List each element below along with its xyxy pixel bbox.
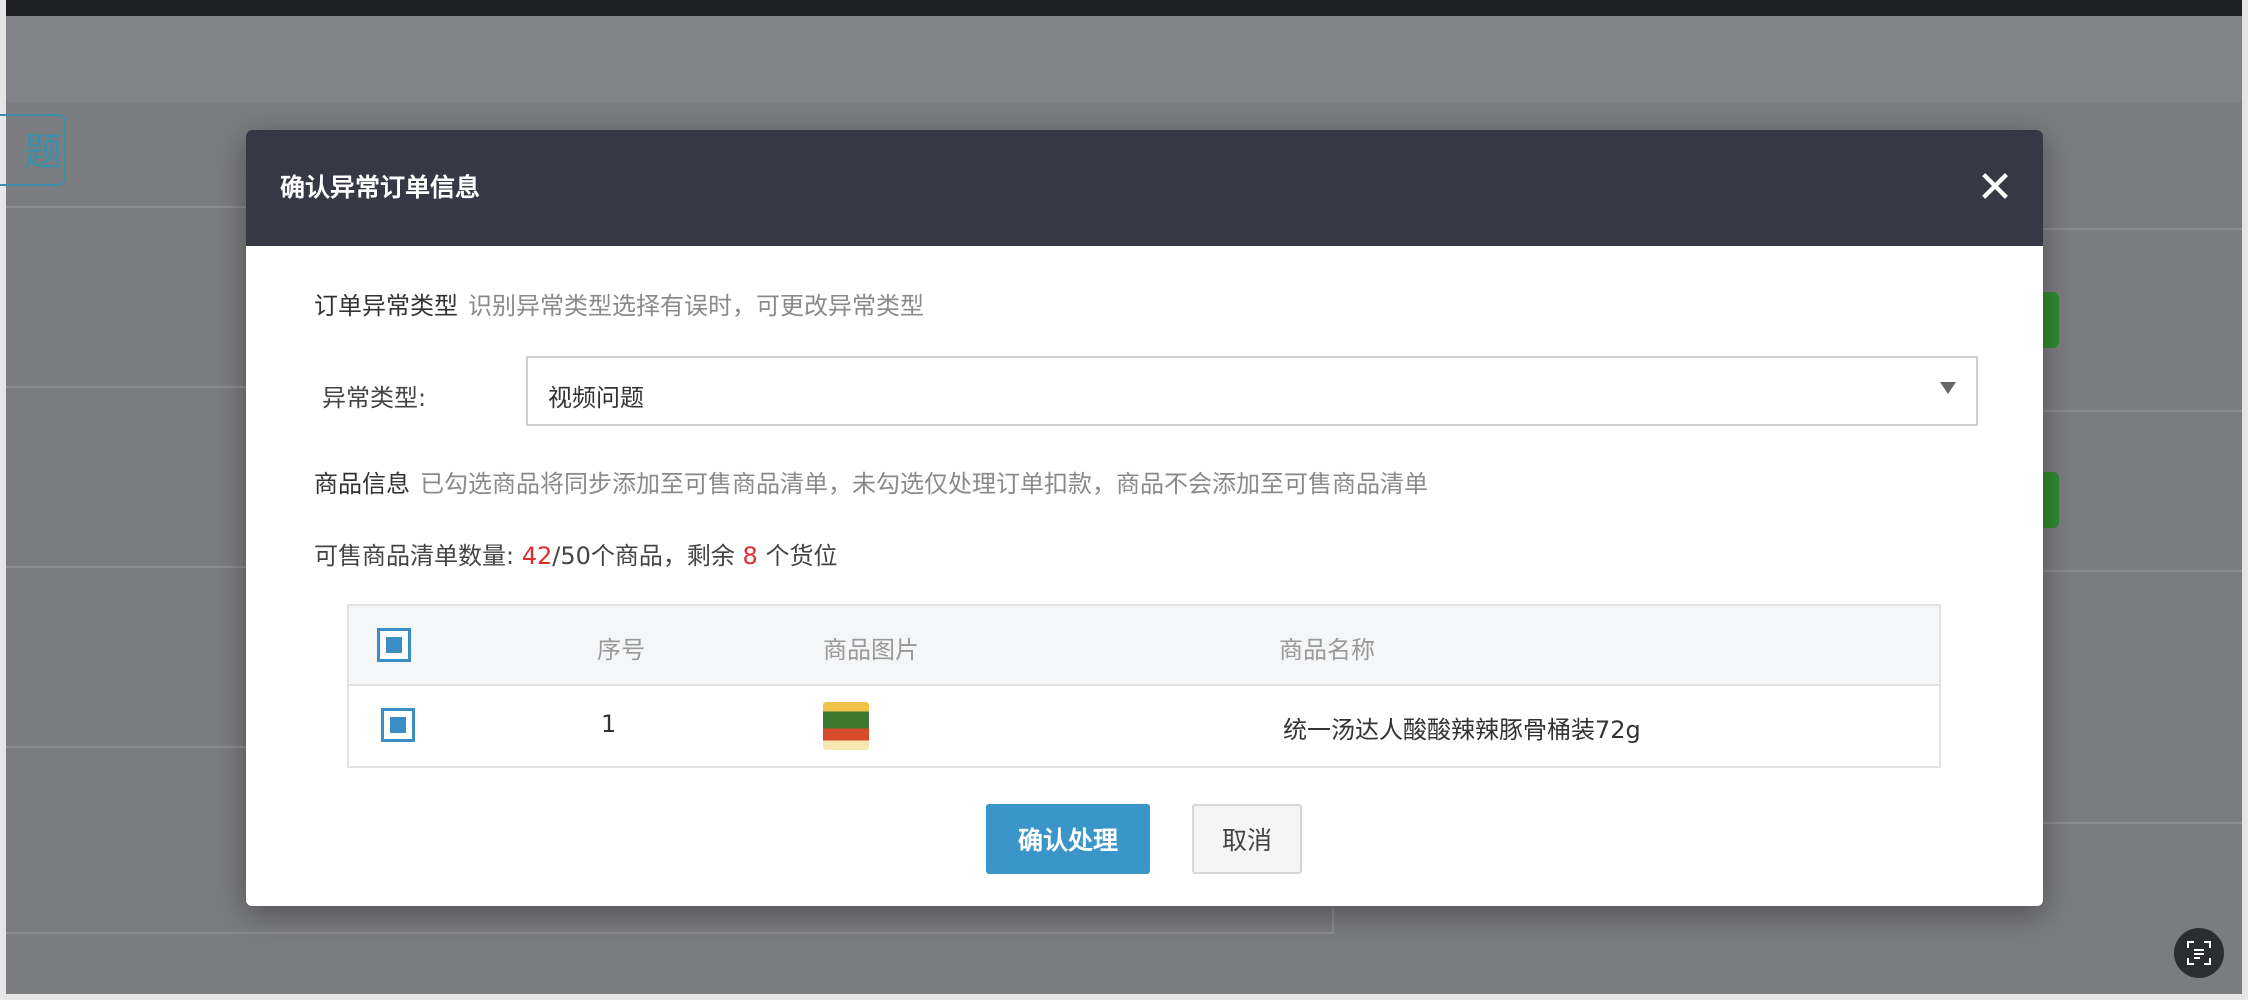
sellable-count-line: 可售商品清单数量: 42/50个商品，剩余 8 个货位 bbox=[314, 536, 837, 571]
count-remaining: 8 bbox=[742, 542, 758, 570]
confirm-button[interactable]: 确认处理 bbox=[986, 804, 1150, 874]
product-thumbnail bbox=[823, 702, 869, 750]
close-icon[interactable]: ✕ bbox=[1975, 166, 2015, 210]
right-edge bbox=[2242, 0, 2248, 1000]
background-tag-button: 题 bbox=[0, 114, 66, 186]
product-info-section: 商品信息 已勾选商品将同步添加至可售商品清单，未勾选仅处理订单扣款，商品不会添加至… bbox=[314, 464, 1428, 499]
table-header: 序号 商品图片 商品名称 bbox=[349, 606, 1939, 686]
header-name: 商品名称 bbox=[1279, 636, 1375, 664]
confirm-abnormal-order-dialog: 确认异常订单信息 ✕ 订单异常类型 识别异常类型选择有误时，可更改异常类型 异常类… bbox=[246, 130, 2043, 906]
dialog-header: 确认异常订单信息 ✕ bbox=[246, 130, 2043, 246]
header-image: 商品图片 bbox=[823, 636, 919, 664]
count-total: /50个商品，剩余 bbox=[552, 542, 735, 570]
divider bbox=[6, 206, 246, 208]
divider bbox=[2043, 228, 2242, 230]
table-row: 1 统一汤达人酸酸辣辣豚骨桶装72g bbox=[349, 686, 1939, 768]
dialog-title: 确认异常订单信息 bbox=[280, 173, 481, 202]
order-type-hint: 识别异常类型选择有误时，可更改异常类型 bbox=[468, 292, 924, 320]
chevron-down-icon bbox=[1940, 382, 1956, 394]
header-index: 序号 bbox=[597, 636, 645, 664]
divider bbox=[2043, 410, 2242, 412]
select-all-checkbox[interactable] bbox=[377, 628, 411, 662]
abnormal-type-value: 视频问题 bbox=[548, 384, 644, 412]
divider bbox=[6, 386, 246, 388]
count-current: 42 bbox=[521, 542, 553, 570]
divider bbox=[6, 566, 246, 568]
bottom-edge bbox=[0, 994, 2248, 1000]
count-prefix: 可售商品清单数量: bbox=[314, 542, 515, 570]
page-header-band bbox=[6, 16, 2242, 102]
product-info-hint: 已勾选商品将同步添加至可售商品清单，未勾选仅处理订单扣款，商品不会添加至可售商品… bbox=[420, 470, 1428, 498]
product-info-label: 商品信息 bbox=[314, 470, 410, 498]
abnormal-type-select[interactable]: 视频问题 bbox=[526, 356, 1978, 426]
background-green-button bbox=[2043, 472, 2059, 528]
row-checkbox[interactable] bbox=[381, 708, 415, 742]
product-table: 序号 商品图片 商品名称 1 统一汤达人酸酸辣辣豚骨桶装72g bbox=[347, 604, 1941, 768]
order-type-label: 订单异常类型 bbox=[314, 292, 458, 320]
row-product-name: 统一汤达人酸酸辣辣豚骨桶装72g bbox=[1283, 716, 1641, 744]
row-index: 1 bbox=[601, 710, 617, 738]
abnormal-type-label: 异常类型: bbox=[322, 384, 427, 412]
background-green-button bbox=[2043, 292, 2059, 348]
scan-text-icon[interactable] bbox=[2174, 928, 2224, 978]
top-bar bbox=[0, 0, 2248, 16]
order-type-section: 订单异常类型 识别异常类型选择有误时，可更改异常类型 bbox=[314, 286, 924, 321]
count-suffix: 个货位 bbox=[765, 542, 838, 570]
cancel-button[interactable]: 取消 bbox=[1192, 804, 1302, 874]
